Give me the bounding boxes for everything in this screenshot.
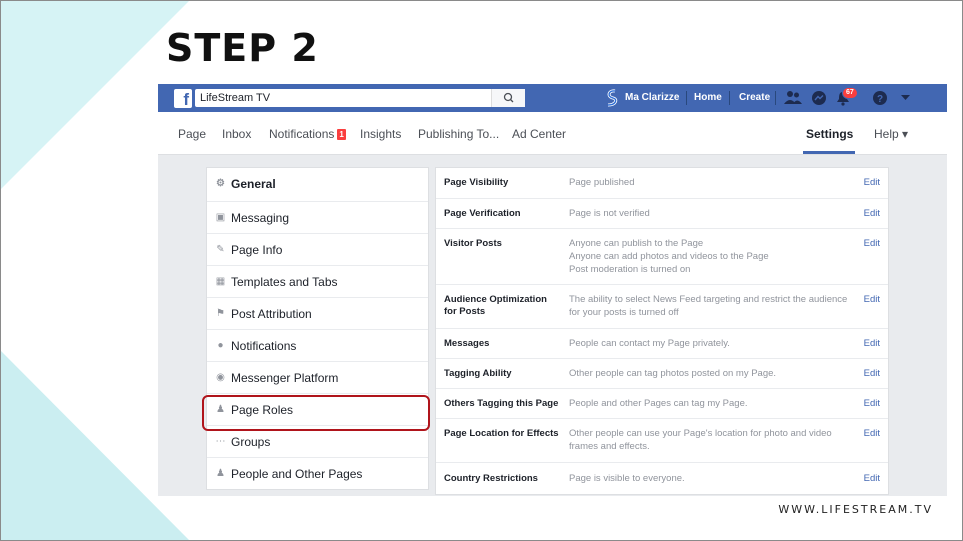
edit-link[interactable]: Edit (864, 208, 880, 219)
tab-settings[interactable]: Settings (806, 127, 853, 141)
tab-notifications[interactable]: Notifications 1 (269, 127, 346, 141)
svg-text:?: ? (877, 94, 883, 105)
page-roles-highlight (202, 395, 430, 431)
grid-icon: ▦ (215, 276, 226, 287)
sidebar-item-label: Groups (231, 435, 271, 449)
slide-title: STEP 2 (166, 26, 319, 70)
settings-row-audience-optimization: Audience Optimization for Posts The abil… (436, 284, 888, 328)
edit-link[interactable]: Edit (864, 428, 880, 439)
settings-row-others-tagging: Others Tagging this Page People and othe… (436, 388, 888, 418)
sidebar-item-messenger-platform[interactable]: ◉ Messenger Platform (207, 361, 428, 393)
sidebar-item-notifications[interactable]: ● Notifications (207, 329, 428, 361)
edit-link[interactable]: Edit (864, 294, 880, 305)
messenger-icon: ◉ (216, 372, 225, 383)
gear-icon: ⚙ (216, 178, 225, 189)
sidebar-item-post-attribution[interactable]: ⚑ Post Attribution (207, 297, 428, 329)
sidebar-item-messaging[interactable]: ▣ Messaging (207, 201, 428, 233)
account-menu-chevron-icon[interactable] (901, 95, 910, 101)
sidebar-item-label: Templates and Tabs (231, 275, 338, 289)
search-icon (503, 92, 514, 103)
search-input[interactable]: LifeStream TV (195, 89, 525, 107)
edit-link[interactable]: Edit (864, 238, 880, 249)
edit-link[interactable]: Edit (864, 338, 880, 349)
divider (729, 91, 730, 105)
facebook-screenshot: f LifeStream TV Ma Clarizze Home Create (158, 84, 947, 496)
settings-row-page-location: Page Location for Effects Other people c… (436, 418, 888, 462)
active-tab-indicator (803, 151, 855, 154)
general-settings-panel: Page Visibility Page published Edit Page… (435, 167, 889, 495)
row-value: People can contact my Page privately. (569, 338, 730, 349)
settings-row-page-verification: Page Verification Page is not verified E… (436, 198, 888, 228)
edit-link[interactable]: Edit (864, 398, 880, 409)
edit-link[interactable]: Edit (864, 177, 880, 188)
notifications-count-badge: 67 (842, 87, 858, 99)
chat-icon: ▣ (215, 212, 226, 223)
sidebar-item-label: Post Attribution (231, 307, 312, 321)
sidebar-item-label: Messaging (231, 211, 290, 225)
row-value: Other people can use your Page's locatio… (569, 428, 832, 452)
sidebar-item-people-and-other-pages[interactable]: ♟ People and Other Pages (207, 457, 428, 489)
profile-name-link[interactable]: Ma Clarizze (625, 84, 679, 112)
row-label: Others Tagging this Page (444, 398, 559, 409)
sidebar-item-label: Notifications (231, 339, 297, 353)
divider (775, 91, 776, 105)
row-label: Page Verification (444, 208, 521, 219)
row-value: People and other Pages can tag my Page. (569, 398, 748, 409)
sidebar-item-label: General (231, 177, 276, 191)
settings-row-page-visibility: Page Visibility Page published Edit (436, 168, 888, 198)
flag-icon: ⚑ (216, 308, 225, 319)
create-link[interactable]: Create (739, 84, 770, 112)
tab-help[interactable]: Help ▾ (874, 127, 908, 141)
settings-row-visitor-posts: Visitor Posts Anyone can publish to the … (436, 228, 888, 284)
row-label: Messages (444, 338, 490, 349)
tab-page[interactable]: Page (178, 127, 206, 141)
edit-link[interactable]: Edit (864, 368, 880, 379)
sidebar-item-label: Page Info (231, 243, 283, 257)
row-value: Page is visible to everyone. (569, 473, 685, 484)
messenger-icon[interactable] (811, 90, 827, 106)
pencil-icon: ✎ (216, 244, 225, 255)
row-label: Visitor Posts (444, 238, 502, 249)
row-label: Page Location for Effects (444, 428, 559, 439)
row-value: Other people can tag photos posted on my… (569, 368, 777, 379)
footer-url: WWW.LIFESTREAM.TV (778, 503, 933, 516)
settings-row-country-restrictions: Country Restrictions Page is visible to … (436, 462, 888, 494)
sidebar-item-templates-and-tabs[interactable]: ▦ Templates and Tabs (207, 265, 428, 297)
edit-link[interactable]: Edit (864, 473, 880, 484)
people-icon: ♟ (216, 468, 225, 479)
settings-row-messages: Messages People can contact my Page priv… (436, 328, 888, 358)
friend-requests-icon[interactable] (784, 90, 802, 106)
search-button[interactable] (491, 89, 525, 107)
help-icon[interactable]: ? (872, 90, 888, 106)
sidebar-item-general[interactable]: ⚙ General (207, 168, 428, 201)
tab-insights[interactable]: Insights (360, 127, 401, 141)
facebook-top-bar: f LifeStream TV Ma Clarizze Home Create (158, 84, 947, 112)
row-label: Audience Optimization for Posts (444, 294, 547, 317)
divider (686, 91, 687, 105)
row-label: Country Restrictions (444, 473, 538, 484)
page-tab-nav: Page Inbox Notifications 1 Insights Publi… (158, 112, 947, 155)
row-value: Page published (569, 177, 635, 188)
tab-notifications-label: Notifications (269, 127, 335, 141)
home-link[interactable]: Home (694, 84, 722, 112)
row-label: Page Visibility (444, 177, 509, 188)
globe-icon: ● (217, 340, 224, 351)
tab-publishing-tools[interactable]: Publishing To... (418, 127, 499, 141)
sidebar-item-page-info[interactable]: ✎ Page Info (207, 233, 428, 265)
tab-inbox[interactable]: Inbox (222, 127, 251, 141)
settings-row-tagging-ability: Tagging Ability Other people can tag pho… (436, 358, 888, 388)
profile-avatar-icon[interactable] (604, 89, 620, 107)
row-label: Tagging Ability (444, 368, 512, 379)
sidebar-item-label: People and Other Pages (231, 467, 363, 481)
group-icon: ⋯ (215, 436, 226, 447)
settings-sidebar: ⚙ General ▣ Messaging ✎ Page Info ▦ Temp… (206, 167, 429, 490)
tab-ad-center[interactable]: Ad Center (512, 127, 566, 141)
row-value: Anyone can publish to the Page Anyone ca… (569, 238, 769, 275)
row-value: The ability to select News Feed targetin… (569, 294, 848, 318)
row-value: Page is not verified (569, 208, 650, 219)
notifications-badge: 1 (337, 129, 346, 140)
sidebar-item-label: Messenger Platform (231, 371, 339, 385)
facebook-logo-icon[interactable]: f (174, 89, 192, 109)
